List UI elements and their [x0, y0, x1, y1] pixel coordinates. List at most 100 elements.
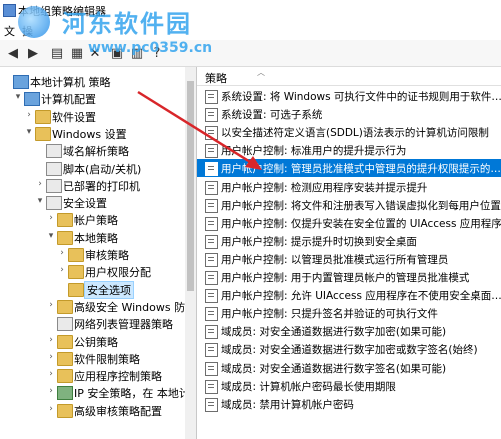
folder-icon — [35, 126, 51, 141]
folder-icon — [35, 109, 51, 124]
policy-setting-icon — [205, 126, 218, 141]
policy-row[interactable]: 域成员: 禁用计算机帐户密码 — [197, 395, 501, 413]
tree-item[interactable]: 域名解析策略 — [0, 142, 186, 159]
folder-icon — [68, 282, 84, 297]
tree-item[interactable]: 本地计算机 策略 — [0, 73, 186, 90]
net-icon — [57, 386, 73, 401]
delete-icon[interactable]: ✕ — [86, 44, 104, 62]
policy-editor-app-icon — [3, 4, 16, 17]
expand-chevron-icon[interactable]: › — [57, 248, 67, 258]
tree-item[interactable]: 网络列表管理器策略 — [0, 315, 186, 332]
show-tree-icon[interactable]: ▦ — [68, 44, 86, 62]
tree-item-label: 本地策略 — [74, 231, 118, 245]
collapse-chevron-icon[interactable]: ▾ — [35, 196, 45, 206]
folder-icon — [57, 230, 73, 245]
expand-chevron-icon[interactable]: › — [46, 404, 56, 414]
tree-item[interactable]: › 帐户策略 — [0, 211, 186, 228]
tree-item-label: 本地计算机 策略 — [30, 76, 111, 89]
book-icon — [46, 161, 62, 176]
tree-item[interactable]: 安全选项 — [0, 280, 186, 299]
up-level-icon[interactable]: ▤ — [48, 44, 66, 62]
tree-item[interactable]: ▾ Windows 设置 — [0, 125, 186, 142]
policy-row[interactable]: 用户帐户控制: 仅提升安装在安全位置的 UIAccess 应用程序 — [197, 214, 501, 232]
menu-file[interactable]: 文 — [4, 23, 15, 39]
policy-setting-icon — [205, 343, 218, 358]
tree-item[interactable]: › 已部署的打印机 — [0, 177, 186, 194]
policy-name: 用户帐户控制: 管理员批准模式中管理员的提升权限提示的… — [221, 163, 501, 176]
policy-row[interactable]: 用户帐户控制: 管理员批准模式中管理员的提升权限提示的… — [197, 159, 501, 178]
tree-item-label: 域名解析策略 — [63, 145, 129, 159]
tree-item[interactable]: ▾ 本地策略 — [0, 229, 186, 246]
tree-item[interactable]: › 公钥策略 — [0, 333, 186, 350]
expand-chevron-icon[interactable]: › — [35, 179, 45, 189]
tree-item-label: IP 安全策略，在 本地计 — [74, 387, 190, 401]
collapse-chevron-icon[interactable]: ▾ — [46, 231, 56, 241]
policy-row[interactable]: 系统设置: 可选子系统 — [197, 105, 501, 123]
collapse-chevron-icon[interactable]: ▾ — [24, 127, 34, 137]
policy-row[interactable]: 用户帐户控制: 允许 UIAccess 应用程序在不使用安全桌面… — [197, 286, 501, 304]
expand-chevron-icon[interactable]: › — [57, 265, 67, 275]
policy-row[interactable]: 用户帐户控制: 用于内置管理员帐户的管理员批准模式 — [197, 268, 501, 286]
column-header-label: 策略 — [205, 72, 227, 85]
tree-item[interactable]: ▾ 安全设置 — [0, 194, 186, 211]
expand-chevron-icon[interactable]: › — [46, 386, 56, 396]
policy-row[interactable]: 域成员: 对安全通道数据进行数字签名(如果可能) — [197, 359, 501, 377]
tree-item[interactable]: ▾ 计算机配置 — [0, 90, 186, 107]
tree-item[interactable]: › 高级安全 Windows 防火 — [0, 298, 196, 315]
policy-name: 用户帐户控制: 检测应用程序安装并提示提升 — [221, 181, 428, 194]
tree-item-label: Windows 设置 — [52, 127, 127, 141]
tree-scrollbar[interactable] — [185, 67, 196, 439]
policy-row[interactable]: 用户帐户控制: 将文件和注册表写入错误虚拟化到每用户位置 — [197, 196, 501, 214]
tree-item-label: 应用程序控制策略 — [74, 370, 162, 384]
policy-row[interactable]: 用户帐户控制: 检测应用程序安装并提示提升 — [197, 178, 501, 196]
policy-setting-icon — [205, 271, 218, 285]
policy-row[interactable]: 用户帐户控制: 提示提升时切换到安全桌面 — [197, 232, 501, 250]
tree-item-label: 审核策略 — [85, 249, 129, 262]
tree-item[interactable]: › 用户权限分配 — [0, 263, 186, 280]
policy-name: 用户帐户控制: 只提升签名并验证的可执行文件 — [221, 308, 438, 321]
expand-chevron-icon[interactable]: › — [24, 110, 34, 120]
expand-chevron-icon[interactable]: › — [46, 213, 56, 223]
tree-scrollbar-thumb[interactable] — [187, 81, 194, 291]
policy-row[interactable]: 以安全描述符定义语言(SDDL)语法表示的计算机访问限制 — [197, 123, 501, 141]
policy-row[interactable]: 用户帐户控制: 以管理员批准模式运行所有管理员 — [197, 250, 501, 268]
help-icon[interactable]: ? — [148, 44, 166, 62]
tree-item[interactable]: › 软件限制策略 — [0, 350, 186, 367]
expand-chevron-icon[interactable]: › — [46, 369, 56, 379]
policy-setting-icon — [205, 108, 218, 123]
tree-item[interactable]: › 应用程序控制策略 — [0, 367, 186, 384]
tree-item-label: 脚本(启动/关机) — [63, 162, 142, 176]
forward-icon[interactable]: ▶ — [24, 44, 42, 62]
policy-row[interactable]: 系统设置: 将 Windows 可执行文件中的证书规则用于软件… — [197, 87, 501, 105]
book-icon — [57, 317, 73, 332]
tree-item-label: 软件限制策略 — [74, 352, 140, 366]
policy-row[interactable]: 用户帐户控制: 标准用户的提升提示行为 — [197, 141, 501, 159]
tree-item[interactable]: 脚本(启动/关机) — [0, 160, 186, 177]
expand-chevron-icon[interactable]: › — [46, 300, 56, 310]
collapse-chevron-icon[interactable]: ▾ — [13, 92, 23, 102]
policy-setting-icon — [205, 379, 218, 394]
expand-chevron-icon[interactable]: › — [46, 352, 56, 362]
policy-name: 用户帐户控制: 仅提升安装在安全位置的 UIAccess 应用程序 — [221, 217, 501, 230]
computer-icon — [24, 92, 40, 107]
tree-item[interactable]: › 审核策略 — [0, 246, 186, 263]
policy-name: 域成员: 对安全通道数据进行数字签名(如果可能) — [221, 362, 447, 375]
export-list-icon[interactable]: ▥ — [128, 44, 146, 62]
policy-setting-icon — [205, 162, 218, 177]
tree-item[interactable]: › 软件设置 — [0, 108, 186, 125]
menu-action[interactable]: 操 — [22, 23, 33, 39]
properties-icon[interactable]: ▣ — [108, 44, 126, 62]
expand-chevron-icon[interactable]: › — [46, 335, 56, 345]
tree-item[interactable]: › 高级审核策略配置 — [0, 402, 186, 419]
column-header-policy[interactable]: ︿ 策略 — [197, 67, 501, 86]
policy-row[interactable]: 域成员: 计算机帐户密码最长使用期限 — [197, 377, 501, 395]
policy-setting-icon — [205, 198, 218, 213]
policy-name: 用户帐户控制: 以管理员批准模式运行所有管理员 — [221, 253, 449, 266]
policy-row[interactable]: 用户帐户控制: 只提升签名并验证的可执行文件 — [197, 304, 501, 322]
tree-item-label: 高级审核策略配置 — [74, 404, 162, 418]
policy-name: 域成员: 对安全通道数据进行数字加密或数字签名(始终) — [221, 344, 478, 357]
policy-row[interactable]: 域成员: 对安全通道数据进行数字加密或数字签名(始终) — [197, 340, 501, 358]
back-icon[interactable]: ◀ — [4, 44, 22, 62]
policy-row[interactable]: 域成员: 对安全通道数据进行数字加密(如果可能) — [197, 322, 501, 340]
tree-item[interactable]: › IP 安全策略，在 本地计 — [0, 384, 190, 401]
